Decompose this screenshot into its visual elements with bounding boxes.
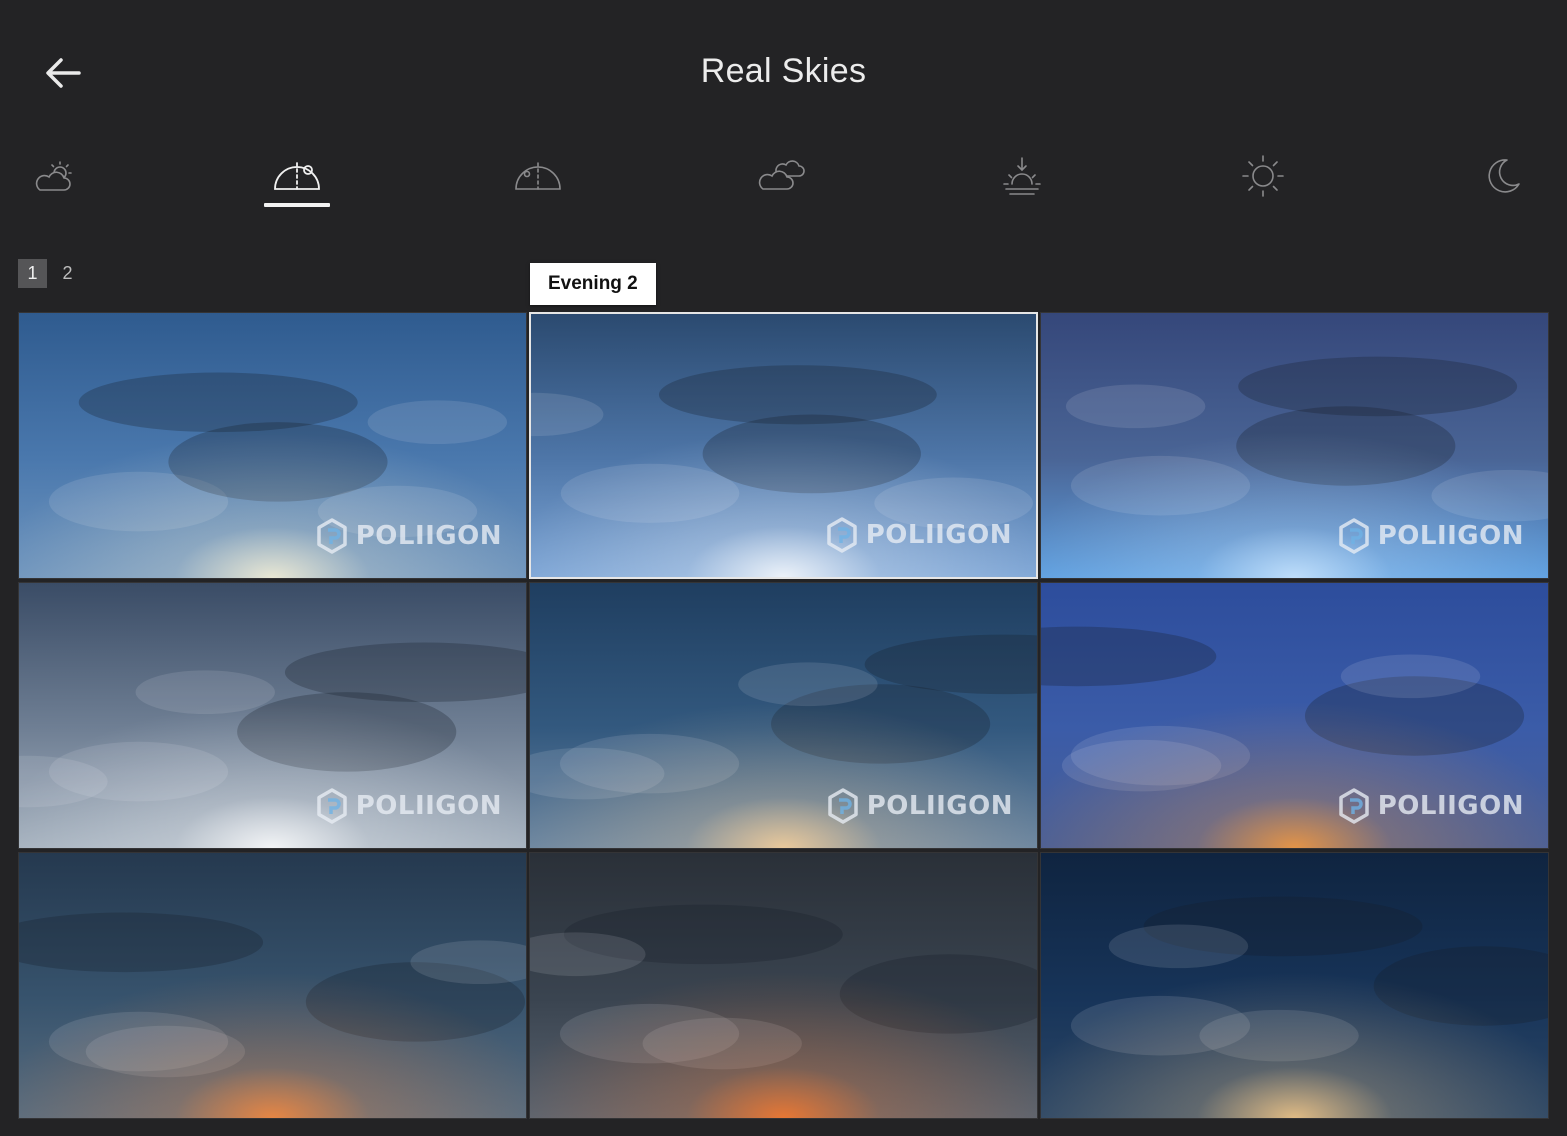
sky-thumbnail[interactable]: POLIIGON (18, 312, 527, 579)
header: Real Skies (0, 0, 1567, 140)
pagination: 1 2 (18, 259, 82, 288)
thumbnail-tooltip: Evening 2 (530, 263, 656, 305)
category-tabs (0, 145, 1567, 215)
poliigon-watermark: POLIIGON (1338, 518, 1524, 554)
poliigon-logo-icon (1338, 518, 1369, 554)
sky-thumbnail[interactable]: POLIIGON (529, 582, 1038, 849)
tab-sunset[interactable] (987, 145, 1057, 207)
poliigon-logo-icon (316, 518, 347, 554)
sky-dome-icon (515, 162, 561, 190)
sky-preview-image (19, 853, 526, 1118)
tab-partly-cloudy[interactable] (19, 145, 89, 207)
poliigon-watermark: POLIIGON (826, 517, 1012, 553)
sky-thumbnail[interactable]: POLIIGON (18, 582, 527, 849)
tab-moon[interactable] (1468, 145, 1538, 207)
watermark-text: POLIIGON (865, 520, 1012, 550)
poliigon-logo-icon (827, 788, 858, 824)
tab-sky-dome[interactable] (503, 145, 573, 207)
watermark-text: POLIIGON (1377, 521, 1524, 551)
sky-thumbnail[interactable]: POLIIGON (529, 312, 1038, 579)
sky-grid: POLIIGON POLIIGON POLIIGON POLIIGON POLIIGON… (18, 312, 1549, 1119)
poliigon-logo-icon (1338, 788, 1369, 824)
poliigon-logo-icon (826, 517, 857, 553)
watermark-text: POLIIGON (355, 521, 502, 551)
sky-thumbnail[interactable] (1040, 852, 1549, 1119)
poliigon-watermark: POLIIGON (316, 518, 502, 554)
poliigon-watermark: POLIIGON (316, 788, 502, 824)
sky-preview-image (530, 853, 1037, 1118)
watermark-text: POLIIGON (866, 791, 1013, 821)
tab-cloudy[interactable] (746, 145, 816, 207)
tab-sky-dome-sun[interactable] (262, 145, 332, 207)
sky-preview-image (1041, 853, 1548, 1118)
cloudy-icon (758, 160, 805, 190)
sky-thumbnail[interactable] (18, 852, 527, 1119)
sun-icon (1242, 155, 1284, 197)
sky-thumbnail[interactable]: POLIIGON (1040, 312, 1549, 579)
sky-thumbnail[interactable] (529, 852, 1038, 1119)
poliigon-logo-icon (316, 788, 347, 824)
poliigon-watermark: POLIIGON (1338, 788, 1524, 824)
page-2-button[interactable]: 2 (53, 259, 82, 288)
moon-icon (1488, 159, 1520, 193)
tab-sun[interactable] (1228, 145, 1298, 207)
poliigon-watermark: POLIIGON (827, 788, 1013, 824)
watermark-text: POLIIGON (355, 791, 502, 821)
sky-dome-sun-icon (274, 162, 320, 190)
page-1-button[interactable]: 1 (18, 259, 47, 288)
watermark-text: POLIIGON (1377, 791, 1524, 821)
sunset-icon (1003, 157, 1041, 195)
page-title: Real Skies (700, 52, 867, 90)
sky-thumbnail[interactable]: POLIIGON (1040, 582, 1549, 849)
partly-cloudy-icon (35, 161, 72, 191)
